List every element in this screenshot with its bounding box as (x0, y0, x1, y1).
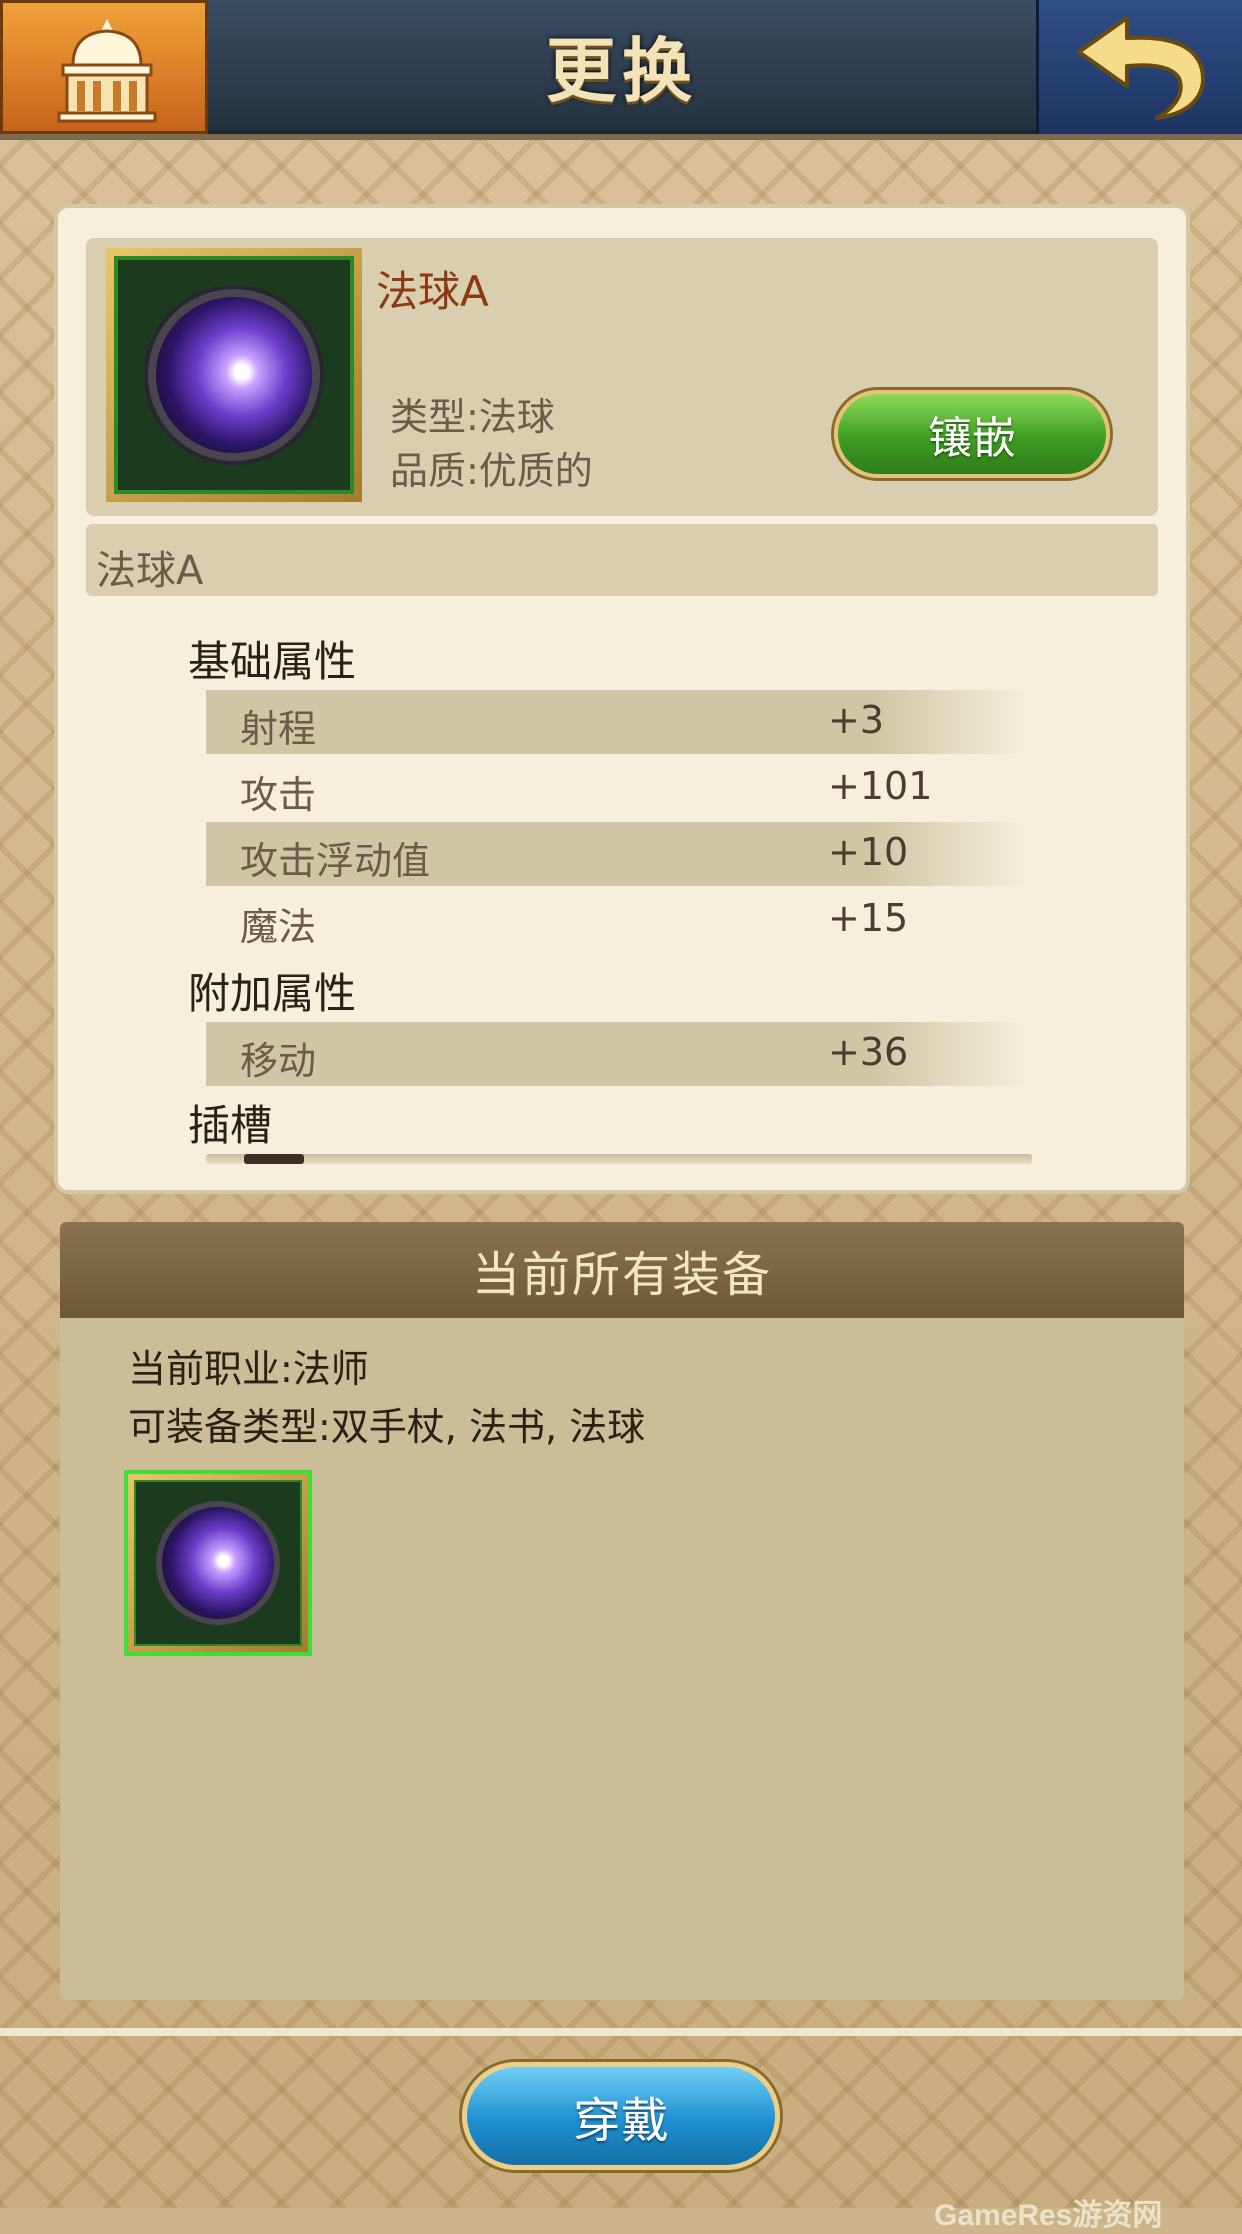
slots-title: 插槽 (188, 1101, 273, 1150)
title-bar: 更换 (208, 0, 1036, 134)
item-quality: 品质:优质的 (390, 449, 593, 493)
base-attributes-title: 基础属性 (188, 637, 357, 686)
watermark: GameRes游资网 (934, 2199, 1163, 2232)
attribute-value: +15 (828, 896, 909, 940)
attribute-name: 魔法 (240, 905, 317, 949)
back-button[interactable] (1036, 0, 1242, 134)
socket-slot[interactable] (244, 1154, 304, 1164)
attribute-name: 移动 (240, 1039, 317, 1083)
item-name: 法球A (376, 267, 489, 316)
extra-attributes-title: 附加属性 (188, 969, 357, 1018)
attribute-name: 射程 (240, 707, 317, 751)
home-icon (57, 19, 157, 123)
current-job: 当前职业:法师 (128, 1347, 369, 1391)
wear-button[interactable]: 穿戴 (462, 2062, 780, 2170)
owned-item-slot[interactable] (124, 1470, 312, 1656)
magic-orb-icon (162, 1507, 274, 1619)
inlay-button[interactable]: 镶嵌 (834, 390, 1110, 478)
attribute-name: 攻击 (240, 773, 317, 817)
attribute-row: 射程 +3 (206, 690, 1032, 754)
attribute-row: 攻击 +101 (206, 756, 1032, 820)
attribute-value: +10 (828, 830, 909, 874)
attribute-value: +101 (828, 764, 933, 808)
attribute-row: 移动 +36 (206, 1022, 1032, 1086)
item-description: 法球A (96, 548, 204, 594)
item-type: 类型:法球 (390, 395, 555, 439)
attribute-value: +36 (828, 1030, 909, 1074)
header-divider (0, 134, 1242, 140)
top-bar: 更换 (0, 0, 1242, 136)
magic-orb-icon (156, 297, 312, 453)
slot-scroll-strip[interactable] (206, 1154, 1032, 1164)
equippable-types: 可装备类型:双手杖, 法书, 法球 (128, 1405, 646, 1449)
attribute-value: +3 (828, 698, 885, 742)
item-icon-frame (106, 248, 362, 502)
owned-equipment-header: 当前所有装备 (60, 1222, 1184, 1318)
back-arrow-icon (1077, 16, 1206, 120)
owned-equipment-title: 当前所有装备 (471, 1247, 772, 1303)
page-title: 更换 (546, 28, 698, 112)
home-button[interactable] (0, 0, 208, 134)
attribute-row: 攻击浮动值 +10 (206, 822, 1032, 886)
attribute-name: 攻击浮动值 (240, 839, 431, 883)
footer-divider (0, 2028, 1242, 2036)
attribute-row: 魔法 +15 (206, 888, 1032, 952)
item-description-bar (86, 524, 1158, 596)
